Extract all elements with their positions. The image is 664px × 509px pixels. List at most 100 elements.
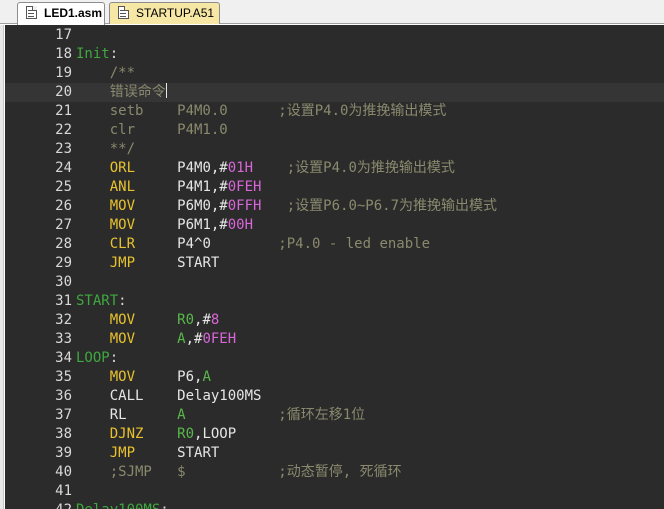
code-text: CALL Delay100MS: [76, 387, 262, 406]
line-number: 18: [55, 46, 72, 62]
code-token: ;P4.0 - led enable: [210, 236, 431, 252]
code-token: P4M1,#: [177, 179, 228, 195]
tab-label: STARTUP.A51: [136, 6, 215, 20]
code-token: START: [76, 293, 119, 309]
code-line[interactable]: 40 ;SJMP $ ;动态暂停, 死循环: [5, 463, 664, 482]
tab-startup-a51[interactable]: STARTUP.A51: [109, 2, 220, 24]
code-token: A: [202, 369, 211, 385]
code-token: ;设置P6.0~P6.7为推挽输出模式: [261, 198, 498, 214]
code-token: START: [177, 445, 220, 461]
code-text: ;SJMP $ ;动态暂停, 死循环: [76, 463, 402, 482]
code-line[interactable]: 36 CALL Delay100MS: [5, 387, 664, 406]
editor-frame: 17 18 Init: 19 /** 20 错误命令 21 setb P4M0.0 ;设置…: [0, 25, 664, 509]
code-line[interactable]: 39 JMP START: [5, 444, 664, 463]
code-line[interactable]: 33 MOV A,#0FEH: [5, 330, 664, 349]
code-line[interactable]: 41: [5, 482, 664, 501]
code-text: LOOP:: [76, 349, 118, 368]
code-line[interactable]: 24 ORL P4M0,#01H ;设置P4.0为推挽输出模式: [5, 159, 664, 178]
code-line[interactable]: 37 RL A ;循环左移1位: [5, 406, 664, 425]
code-token: R0: [177, 426, 195, 442]
code-token: ANL: [76, 179, 178, 195]
line-number: 42: [5, 501, 72, 509]
code-line[interactable]: 31 START:: [5, 292, 664, 311]
line-number: 24: [55, 160, 72, 176]
text-cursor: [165, 83, 167, 98]
code-line[interactable]: 25 ANL P4M1,#0FEH: [5, 178, 664, 197]
code-line[interactable]: 28 CLR P4^0 ;P4.0 - led enable: [5, 235, 664, 254]
code-text: JMP START: [76, 444, 220, 463]
code-token: 00H: [227, 217, 254, 233]
code-line[interactable]: 27 MOV P6M1,#00H: [5, 216, 664, 235]
code-token: P6M0,#: [177, 198, 228, 214]
code-line[interactable]: 34 LOOP:: [5, 349, 664, 368]
code-token: P6,: [177, 369, 203, 385]
code-token: ,LOOP: [194, 426, 237, 442]
code-line[interactable]: 38 DJNZ R0,LOOP: [5, 425, 664, 444]
code-token: P6M1,#: [177, 217, 228, 233]
code-text: MOV R0,#8: [76, 311, 220, 330]
code-token: MOV: [76, 331, 178, 347]
code-token: R0: [177, 312, 195, 328]
code-line[interactable]: 21 setb P4M0.0 ;设置P4.0为推挽输出模式: [5, 102, 664, 121]
code-text: **/: [76, 140, 135, 159]
line-number: 29: [55, 255, 72, 271]
code-token: **/: [76, 141, 136, 157]
code-token: A: [177, 407, 186, 423]
code-token: :: [118, 293, 127, 309]
code-line[interactable]: 35 MOV P6,A: [5, 368, 664, 387]
code-text: MOV A,#0FEH: [76, 330, 236, 349]
code-token: DJNZ: [76, 426, 178, 442]
line-number: 27: [55, 217, 72, 233]
code-token: 错误命令: [76, 84, 166, 100]
code-token: Init: [76, 46, 110, 62]
line-number: 23: [55, 141, 72, 157]
code-line[interactable]: 29 JMP START: [5, 254, 664, 273]
code-line[interactable]: 42 Delay100MS:: [5, 501, 664, 509]
code-token: 01H: [227, 160, 254, 176]
code-text: MOV P6,A: [76, 368, 211, 387]
tab-led1-asm[interactable]: LED1.asm: [17, 2, 105, 25]
code-token: JMP: [76, 445, 178, 461]
code-token: ORL: [76, 160, 178, 176]
code-line[interactable]: 20 错误命令: [5, 83, 664, 102]
code-line[interactable]: 23 **/: [5, 140, 664, 159]
line-number: 25: [55, 179, 72, 195]
code-text: Delay100MS:: [76, 501, 169, 509]
code-token: 0FEH: [227, 179, 262, 195]
code-token: MOV: [76, 198, 178, 214]
code-text: JMP START: [76, 254, 220, 273]
code-token: CLR: [76, 236, 178, 252]
code-line[interactable]: 18 Init:: [5, 45, 664, 64]
code-token: 0FEH: [202, 331, 237, 347]
code-token: MOV: [76, 312, 178, 328]
line-number: 36: [55, 388, 72, 404]
code-token: A: [177, 331, 186, 347]
code-token: setb P4M0.0 ;设置P4.0为推挽输出模式: [76, 103, 447, 119]
code-line[interactable]: 26 MOV P6M0,#0FFH ;设置P6.0~P6.7为推挽输出模式: [5, 197, 664, 216]
code-token: Delay100MS: [76, 502, 160, 509]
code-token: :: [109, 350, 119, 366]
code-token: START: [177, 255, 220, 271]
code-token: :: [160, 502, 168, 509]
code-line[interactable]: 30: [5, 273, 664, 292]
code-line[interactable]: 19 /**: [5, 64, 664, 83]
code-line[interactable]: 22 clr P4M1.0: [5, 121, 664, 140]
line-number: 20: [55, 84, 72, 100]
code-text: clr P4M1.0: [76, 121, 228, 140]
line-number: 26: [55, 198, 72, 214]
code-token: P4^0: [177, 236, 211, 252]
code-token: ,#: [194, 312, 211, 328]
code-editor[interactable]: 17 18 Init: 19 /** 20 错误命令 21 setb P4M0.0 ;设置…: [5, 25, 664, 509]
line-number: 37: [55, 407, 72, 423]
code-line[interactable]: 17: [5, 26, 664, 45]
code-text: ANL P4M1,#0FEH: [76, 178, 262, 197]
code-line[interactable]: 32 MOV R0,#8: [5, 311, 664, 330]
editor-margin-strip: [0, 25, 4, 509]
code-token: Delay100MS: [177, 388, 262, 404]
line-number: 38: [55, 426, 72, 442]
tab-bar: LED1.asm STARTUP.A51: [0, 0, 664, 25]
code-text: setb P4M0.0 ;设置P4.0为推挽输出模式: [76, 102, 447, 121]
code-token: ;循环左移1位: [185, 407, 366, 423]
line-number: 33: [55, 331, 72, 347]
code-text: CLR P4^0 ;P4.0 - led enable: [76, 235, 430, 254]
